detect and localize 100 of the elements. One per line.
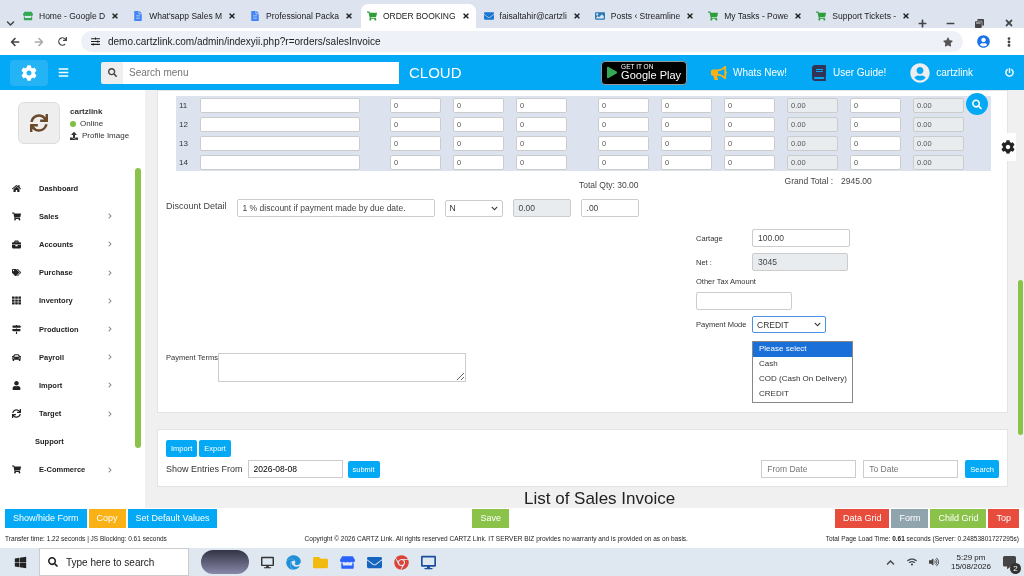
company-logo[interactable]	[10, 59, 48, 86]
show-entries-label: Show Entries From	[166, 464, 243, 474]
item-field[interactable]	[200, 116, 360, 132]
close-icon[interactable]	[344, 12, 353, 20]
search-icon	[972, 98, 982, 110]
play-triangle-icon	[607, 66, 618, 79]
close-icon[interactable]	[686, 12, 695, 20]
dropdown-option[interactable]: Please select	[753, 342, 852, 357]
book-icon	[810, 64, 827, 81]
browser-tab[interactable]: Support Tickets -	[810, 4, 917, 28]
browser-tab[interactable]: My Tasks - Powe	[702, 4, 809, 28]
tags-icon	[12, 268, 21, 278]
envelope-icon	[483, 11, 494, 21]
close-icon[interactable]	[794, 12, 803, 20]
upload-icon	[70, 131, 78, 140]
clock-date[interactable]: 15/08/2026	[950, 562, 991, 571]
close-icon[interactable]	[461, 12, 470, 20]
home-icon	[12, 183, 21, 193]
discount-percent-field[interactable]: .00	[580, 199, 639, 217]
reload-icon[interactable]	[58, 37, 67, 46]
payment-mode-select[interactable]: CREDIT	[752, 316, 826, 333]
online-status: Online	[70, 119, 130, 128]
image-icon	[594, 11, 605, 21]
avatar-icon	[910, 62, 931, 83]
browser-tab[interactable]: Professional Packa	[244, 4, 359, 28]
net-field: 3045	[752, 253, 848, 271]
brand-text: CLOUD	[409, 64, 462, 81]
notification-icon[interactable]	[1003, 555, 1016, 569]
remote-desktop-icon[interactable]	[421, 554, 436, 570]
cart-icon	[12, 465, 21, 475]
restore-icon[interactable]	[975, 19, 984, 28]
search-highlight-picture[interactable]	[201, 550, 249, 574]
power-icon[interactable]	[1005, 68, 1014, 77]
profile-icon[interactable]	[977, 35, 990, 48]
briefcase-icon	[12, 239, 21, 249]
item-field[interactable]	[200, 154, 360, 170]
megaphone-icon	[711, 64, 728, 81]
store-icon[interactable]	[340, 554, 355, 570]
user-name: cartzlink	[70, 107, 104, 116]
search-button[interactable]	[101, 61, 123, 84]
close-icon[interactable]	[572, 12, 581, 20]
browser-tab[interactable]: What'sapp Sales M	[127, 4, 243, 28]
total-quantity: Total Qty: 30.00	[579, 180, 639, 190]
close-icon[interactable]	[902, 12, 911, 20]
action-button[interactable]: Data Grid	[834, 508, 890, 528]
cart-icon	[708, 11, 719, 21]
browser-tab[interactable]: faisaltahir@cartzli	[477, 4, 587, 28]
scrollbar-thumb[interactable]	[135, 168, 141, 448]
row-number: 14	[178, 157, 189, 167]
other-tax-field[interactable]	[696, 292, 792, 310]
profile-image-link[interactable]: Profile Image	[70, 131, 130, 140]
settings-button[interactable]	[1000, 133, 1016, 161]
discount-select[interactable]: N	[444, 199, 503, 217]
close-icon[interactable]	[228, 12, 237, 20]
section-heading: List of Sales Invoice	[524, 489, 677, 508]
notification-count: 2	[1010, 562, 1021, 574]
chevron-up-icon[interactable]	[885, 557, 895, 567]
grid-icon	[12, 296, 21, 306]
car-icon	[12, 352, 21, 362]
payment-terms-field[interactable]	[217, 353, 466, 382]
chrome-icon[interactable]	[394, 554, 409, 570]
taskbar-search-field[interactable]: Type here to search	[39, 548, 189, 576]
user-icon	[12, 380, 21, 390]
volume-icon[interactable]	[928, 557, 939, 567]
browser-tab[interactable]: Home - Google D	[17, 4, 126, 28]
to-date-field[interactable]: To Date	[863, 460, 959, 478]
search-field[interactable]: Search menu	[123, 61, 399, 84]
mail-icon[interactable]	[367, 554, 382, 570]
discount-detail-field[interactable]: 1 % discount if payment made by due date.	[236, 199, 435, 217]
tab-list-icon[interactable]	[6, 19, 15, 28]
row-number: 13	[178, 138, 189, 148]
date-field[interactable]: 2026-08-08	[247, 460, 343, 478]
browser-tab[interactable]: Posts ‹ Streamline	[588, 4, 701, 28]
item-field[interactable]	[200, 135, 360, 151]
new-tab-icon[interactable]	[918, 19, 928, 28]
browser-tab[interactable]: ORDER BOOKING	[360, 4, 476, 28]
menu-icon[interactable]	[58, 67, 69, 78]
search-icon	[107, 68, 117, 77]
close-icon[interactable]	[111, 12, 120, 20]
from-date-field[interactable]: From Date	[761, 460, 857, 478]
windows-logo-icon[interactable]	[14, 555, 27, 569]
scrollbar-thumb[interactable]	[1018, 280, 1023, 435]
close-icon[interactable]	[1004, 18, 1014, 28]
action-button[interactable]: Top	[988, 508, 1019, 528]
signpost-icon	[12, 324, 21, 334]
star-icon[interactable]	[943, 36, 953, 47]
cart-icon	[12, 211, 21, 221]
cartage-field[interactable]: 100.00	[752, 229, 850, 247]
browser-icon[interactable]	[286, 554, 301, 570]
wifi-icon[interactable]	[906, 557, 917, 567]
refresh-icon	[12, 409, 21, 419]
grand-total-label: Grand Total :	[784, 176, 834, 186]
back-icon[interactable]	[10, 36, 20, 47]
row-number: 12	[178, 119, 189, 129]
site-settings-icon[interactable]	[91, 37, 100, 46]
clock-time[interactable]: 5:29 pm	[956, 553, 986, 562]
search-icon	[48, 557, 58, 567]
address-bar[interactable]: demo.cartzlink.com/admin/indexyii.php?r=orders/salesInvoice	[81, 31, 963, 52]
item-field[interactable]	[200, 97, 360, 113]
document-icon	[250, 11, 261, 21]
